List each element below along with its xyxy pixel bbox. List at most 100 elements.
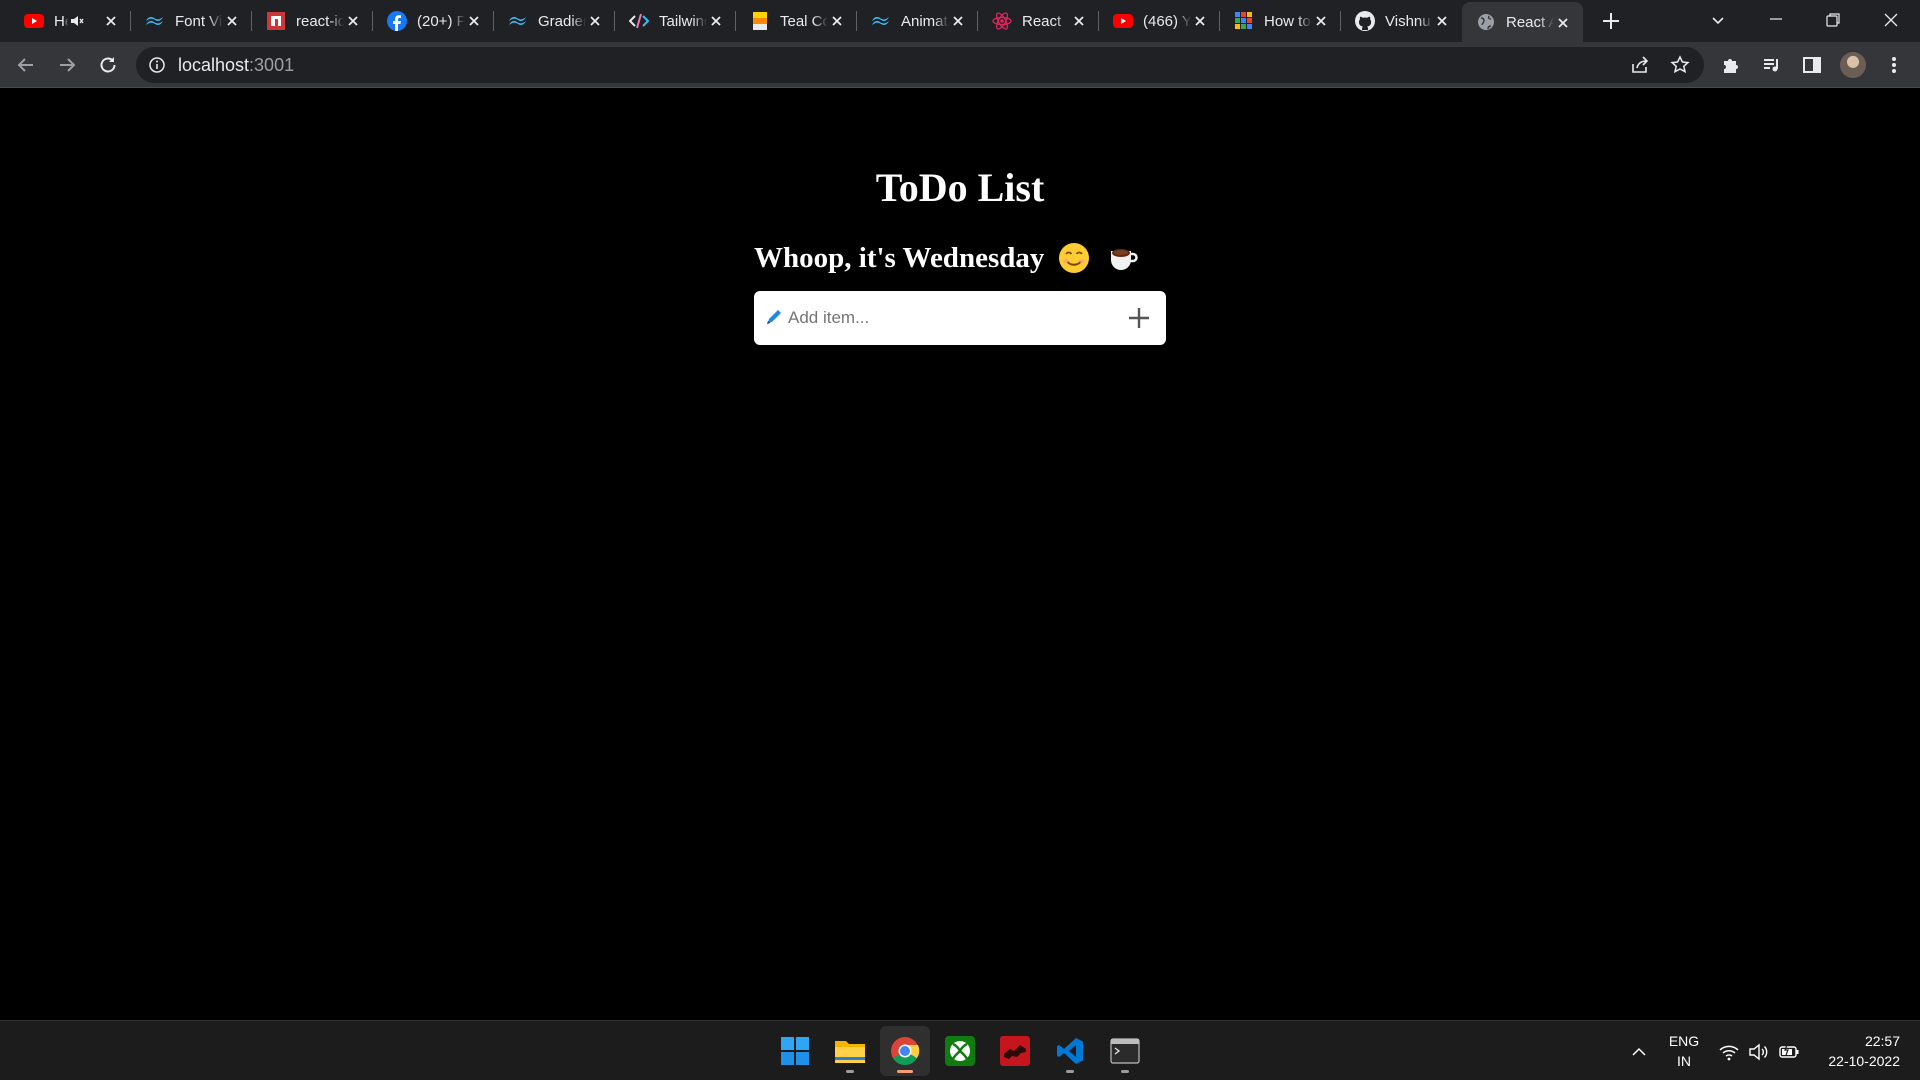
terminal-icon bbox=[1110, 1038, 1140, 1064]
back-button[interactable] bbox=[14, 53, 38, 77]
clock-date: 22-10-2022 bbox=[1828, 1053, 1900, 1069]
react-icon bbox=[992, 11, 1012, 31]
menu-button[interactable] bbox=[1882, 53, 1906, 77]
new-tab-plus-icon[interactable] bbox=[1600, 10, 1622, 32]
tab-close-icon[interactable] bbox=[224, 13, 240, 29]
facebook-icon bbox=[387, 11, 407, 31]
url-port: :3001 bbox=[249, 55, 295, 75]
tab-close-icon[interactable] bbox=[708, 13, 724, 29]
tab-title: (466) YouTube bbox=[1143, 12, 1191, 30]
tab-close-icon[interactable] bbox=[1192, 13, 1208, 29]
browser-toolbar: localhost:3001 bbox=[0, 42, 1920, 88]
tab-close-icon[interactable] bbox=[103, 13, 119, 29]
side-panel-button[interactable] bbox=[1800, 53, 1824, 77]
media-controls-button[interactable] bbox=[1760, 53, 1784, 77]
tab-title: Teal Color bbox=[780, 12, 828, 30]
taskbar-game-app[interactable] bbox=[990, 1026, 1040, 1076]
youtube-icon bbox=[24, 11, 44, 31]
address-bar[interactable]: localhost:3001 bbox=[136, 47, 1704, 83]
kebab-menu-icon bbox=[1892, 57, 1896, 73]
site-info-icon[interactable] bbox=[148, 56, 166, 74]
tab-animation[interactable]: Animation bbox=[857, 0, 978, 42]
grid-icon bbox=[1234, 11, 1254, 31]
tab-close-icon[interactable] bbox=[950, 13, 966, 29]
tab-close-icon[interactable] bbox=[587, 13, 603, 29]
tab-title: Font Viewer bbox=[175, 12, 223, 30]
taskbar-xbox[interactable] bbox=[935, 1026, 985, 1076]
reload-button[interactable] bbox=[96, 53, 120, 77]
tab-search-chevron-icon[interactable] bbox=[1706, 8, 1730, 32]
running-indicator bbox=[1121, 1070, 1129, 1073]
youtube-icon bbox=[1113, 11, 1133, 31]
profile-avatar[interactable] bbox=[1840, 52, 1866, 78]
tab-title: (20+) Facebook bbox=[417, 12, 465, 30]
show-hidden-icons-chevron-icon[interactable] bbox=[1628, 1041, 1650, 1063]
tab-close-icon[interactable] bbox=[345, 13, 361, 29]
input-language-indicator[interactable]: ENG IN bbox=[1662, 1031, 1706, 1071]
running-indicator bbox=[1066, 1070, 1074, 1073]
extensions-button[interactable] bbox=[1719, 53, 1743, 77]
tab-close-icon[interactable] bbox=[1313, 13, 1329, 29]
tab-react-icons[interactable]: react-icons bbox=[252, 0, 373, 42]
tab-facebook[interactable]: (20+) Facebook bbox=[373, 0, 494, 42]
bookmark-star-icon[interactable] bbox=[1670, 55, 1690, 75]
tab-close-icon[interactable] bbox=[1434, 13, 1450, 29]
tab-title: react-icons bbox=[296, 12, 344, 30]
tab-title: React bbox=[1022, 12, 1062, 30]
npm-icon bbox=[266, 11, 286, 31]
tailwind-icon bbox=[508, 11, 528, 31]
tab-github[interactable]: Vishnu bbox=[1341, 0, 1462, 42]
taskbar-chrome[interactable] bbox=[880, 1026, 930, 1076]
volume-icon[interactable] bbox=[1748, 1041, 1770, 1063]
battery-icon[interactable] bbox=[1778, 1041, 1800, 1063]
pencil-icon bbox=[767, 310, 781, 324]
close-window-icon[interactable] bbox=[1879, 8, 1903, 32]
tab-close-icon[interactable] bbox=[1555, 15, 1571, 31]
url-text[interactable]: localhost:3001 bbox=[178, 55, 294, 76]
puzzle-icon bbox=[1724, 59, 1738, 73]
code-icon bbox=[629, 11, 649, 31]
add-item-button[interactable] bbox=[1126, 305, 1152, 331]
tab-close-icon[interactable] bbox=[1071, 13, 1087, 29]
running-indicator bbox=[846, 1070, 854, 1073]
start-button[interactable] bbox=[770, 1026, 820, 1076]
tab-teal-color[interactable]: Teal Color bbox=[736, 0, 857, 42]
app-title: ToDo List bbox=[875, 165, 1045, 210]
tab-tailwind[interactable]: Tailwind bbox=[615, 0, 736, 42]
taskbar-vscode[interactable] bbox=[1045, 1026, 1095, 1076]
taskbar-terminal[interactable] bbox=[1100, 1026, 1150, 1076]
tab-title: How to bbox=[1264, 12, 1311, 30]
windows-taskbar: ENG IN 22:57 22-10-2022 bbox=[0, 1020, 1920, 1080]
forward-button[interactable] bbox=[55, 53, 79, 77]
tab-react[interactable]: React bbox=[978, 0, 1099, 42]
tab-title: Vishnu bbox=[1385, 12, 1431, 30]
tab-close-icon[interactable] bbox=[466, 13, 482, 29]
muted-audio-icon[interactable] bbox=[70, 14, 84, 28]
minimize-icon[interactable] bbox=[1764, 8, 1788, 32]
share-icon[interactable] bbox=[1630, 55, 1650, 75]
smiling-face-emoji bbox=[1059, 243, 1090, 273]
tab-title: Gradients bbox=[538, 12, 586, 30]
wifi-icon[interactable] bbox=[1718, 1041, 1740, 1063]
tab-react-app-active[interactable]: React App bbox=[1462, 2, 1583, 42]
plus-icon bbox=[1129, 308, 1149, 328]
tab-title: Tailwind bbox=[659, 12, 707, 30]
tab-how-to[interactable]: How to bbox=[1220, 0, 1341, 42]
tab-youtube-hey[interactable]: Hey bbox=[10, 0, 131, 42]
clock-time: 22:57 bbox=[1864, 1033, 1900, 1049]
tab-gradients[interactable]: Gradients bbox=[494, 0, 615, 42]
taskbar-file-explorer[interactable] bbox=[825, 1026, 875, 1076]
region-code: IN bbox=[1677, 1053, 1691, 1069]
restore-icon[interactable] bbox=[1821, 8, 1845, 32]
tab-font-viewer[interactable]: Font Viewer bbox=[131, 0, 252, 42]
add-item-input[interactable] bbox=[788, 298, 1108, 338]
tab-list: Hey Font Viewer react-icons (20+) Facebo… bbox=[10, 0, 1583, 42]
url-host: localhost bbox=[178, 55, 250, 75]
tab-title: Hey bbox=[54, 12, 68, 30]
tab-title: React App bbox=[1506, 13, 1554, 31]
tab-close-icon[interactable] bbox=[829, 13, 845, 29]
tab-youtube[interactable]: (466) YouTube bbox=[1099, 0, 1220, 42]
game-app-icon bbox=[1000, 1036, 1030, 1066]
running-indicator bbox=[897, 1070, 913, 1073]
system-clock[interactable]: 22:57 22-10-2022 bbox=[1810, 1031, 1900, 1071]
